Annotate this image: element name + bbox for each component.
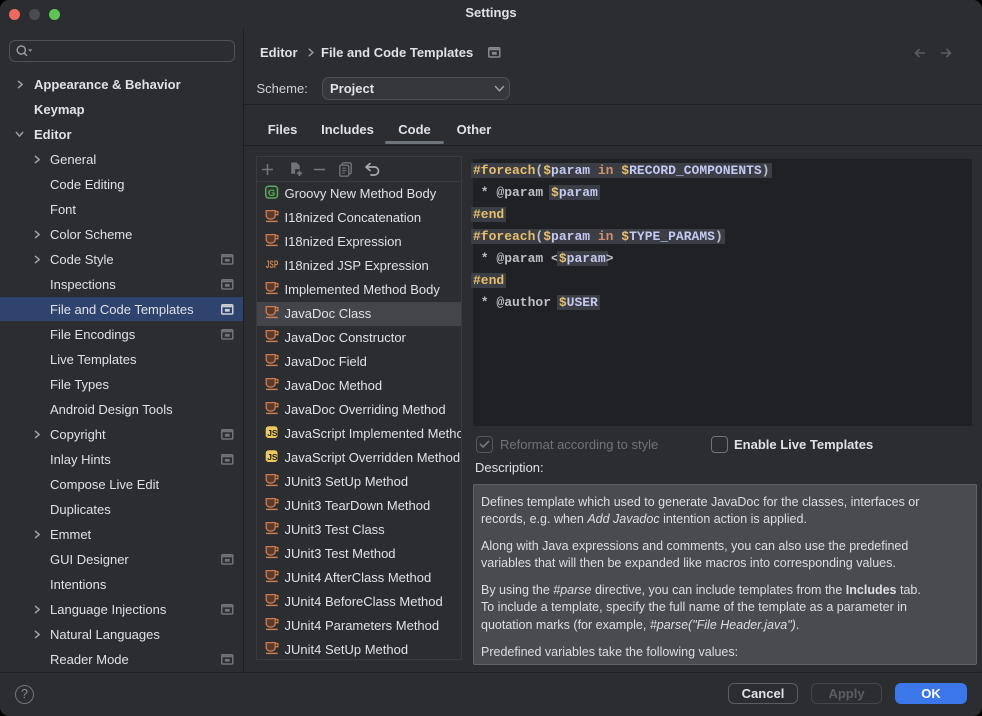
svg-text:JSP: JSP: [265, 259, 278, 271]
svg-text:JS: JS: [267, 452, 278, 462]
svg-text:JS: JS: [267, 428, 278, 438]
svg-text:G: G: [267, 188, 274, 199]
